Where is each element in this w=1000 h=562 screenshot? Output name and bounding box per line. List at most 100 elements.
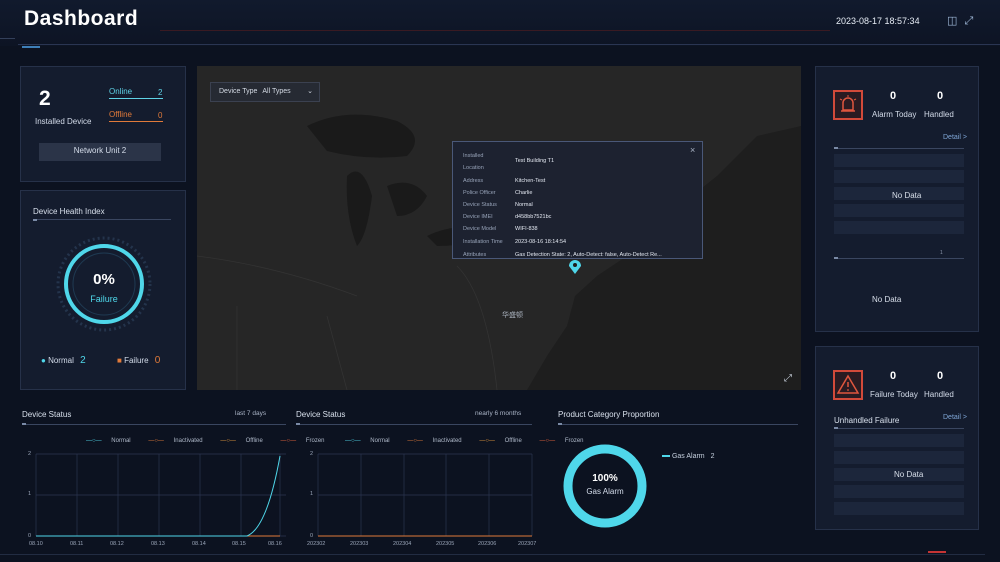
status7-title: Device Status [22,410,72,419]
network-unit-button[interactable]: Network Unit 2 [39,143,161,161]
health-title-accent [33,219,37,221]
x-tick: 202307 [518,541,537,547]
alarm-today-value: 0 [890,90,897,102]
failure-no-data: No Data [894,470,924,479]
online-value: 2 [158,88,163,97]
header: Dashboard 2023-08-17 18:57:34 ◫ ⤢ [0,0,1000,46]
legend-normal: —○— Normal [86,438,131,444]
legend-offline: —○— Offline [479,438,522,444]
failure-handled-label: Handled [924,390,954,399]
failure-row [834,451,964,464]
header-divider-left [0,38,15,39]
alarm-row [834,154,964,167]
device-type-value: All Types [262,88,291,95]
category-title: Product Category Proportion [558,410,660,419]
legend-inactivated: —○— Inactivated [148,438,203,444]
failure-row [834,502,964,515]
popup-label: Device IMEI [463,214,493,220]
health-panel: Device Health Index 0% Failure ● Normal … [20,190,186,390]
popup-label: Address [463,178,484,184]
close-icon[interactable]: × [690,145,695,155]
unhandled-failure-title: Unhandled Failure [834,416,900,425]
category-donut [563,444,647,528]
y-tick: 0 [310,533,314,539]
category-accent [558,423,562,425]
popup-label: Installed [463,153,484,159]
device-type-select[interactable]: Device Type All Types ⌄ [210,82,320,102]
offline-bar [109,121,163,122]
popup-value: WIFI-838 [515,226,538,232]
popup-label: Police Officer [463,190,496,196]
alarm-row [834,221,964,234]
footer-red-accent [928,551,946,553]
status7-accent [22,423,26,425]
datetime: 2023-08-17 18:57:34 [836,16,920,26]
y-tick: 0 [28,533,32,539]
alarm-divider-2-accent [834,257,838,259]
normal-dot-icon: ● [41,356,46,365]
y-tick: 1 [310,491,314,497]
popup-value: Gas Detection State: 2, Auto-Detect: fal… [515,252,662,258]
x-tick: 08.14 [192,541,206,547]
popup-label: Device Model [463,226,497,232]
category-percent: 100% [592,473,618,484]
layout-icon[interactable]: ◫ [947,15,957,27]
chevron-down-icon: ⌄ [307,88,313,95]
installed-panel: 2 Installed Device Online 2 Offline 0 Ne… [20,66,186,182]
status7-chart [35,453,286,537]
fullscreen-icon[interactable]: ⤢ [964,15,973,27]
online-bar [109,98,163,99]
normal-value: 2 [80,355,86,366]
status6m-chart [317,453,533,537]
failure-row [834,485,964,498]
map-place-label: 华盛顿 [502,312,523,319]
online-label: Online [109,87,133,96]
alarm-detail-link[interactable]: Detail > [943,134,967,141]
failure-dot-icon: ■ [117,356,122,365]
page-title: Dashboard [24,7,139,30]
x-tick: 202302 [307,541,326,547]
header-glow [22,46,40,48]
alarm-divider-2 [834,258,964,259]
alarm-divider-accent [834,147,838,149]
alarm-small-mark: 1 [940,250,943,256]
status7-line-normal [36,455,281,537]
status7-range: last 7 days [235,410,267,417]
device-marker-icon[interactable] [568,259,582,275]
x-tick: 202303 [350,541,369,547]
device-info-popup: × Installed Test Building T1 Location Ad… [452,141,703,259]
popup-label: Installation Time [463,239,503,245]
alarm-no-data-2: No Data [872,295,902,304]
health-failure: ■ Failure 0 [117,355,160,366]
health-title: Device Health Index [33,207,105,216]
x-tick: 08.15 [232,541,246,547]
failure-panel: 0 Failure Today 0 Handled Unhandled Fail… [815,346,979,530]
device-type-label: Device Type [219,88,258,95]
failure-divider-accent [834,427,838,429]
status6m-title: Device Status [296,410,346,419]
legend-inactivated: —○— Inactivated [407,438,462,444]
footer-divider [0,554,985,555]
failure-detail-link[interactable]: Detail > [943,414,967,421]
alarm-row [834,204,964,217]
alarm-row [834,170,964,183]
alarm-no-data: No Data [892,191,922,200]
status7-legend: —○— Normal —○— Inactivated —○— Offline —… [86,438,341,444]
failure-handled-value: 0 [937,370,944,382]
legend-frozen: —○— Frozen [280,438,325,444]
failure-label: Failure [124,356,149,365]
status6m-underline [296,424,532,425]
x-tick: 202306 [478,541,497,547]
status6m-range: nearly 6 months [475,410,522,417]
category-underline [558,424,798,425]
status6m-accent [296,423,300,425]
map-fullscreen-icon[interactable]: ⤢ [784,373,792,384]
failure-row [834,434,964,447]
failure-value: 0 [154,355,161,366]
popup-value: 2023-08-16 18:14:54 [515,239,567,245]
y-tick: 1 [28,491,32,497]
category-legend-value: 2 [710,453,715,460]
popup-value: Kitchen-Test [515,178,546,184]
popup-label: Attributes [463,252,487,258]
category-caption: Gas Alarm [586,487,624,496]
